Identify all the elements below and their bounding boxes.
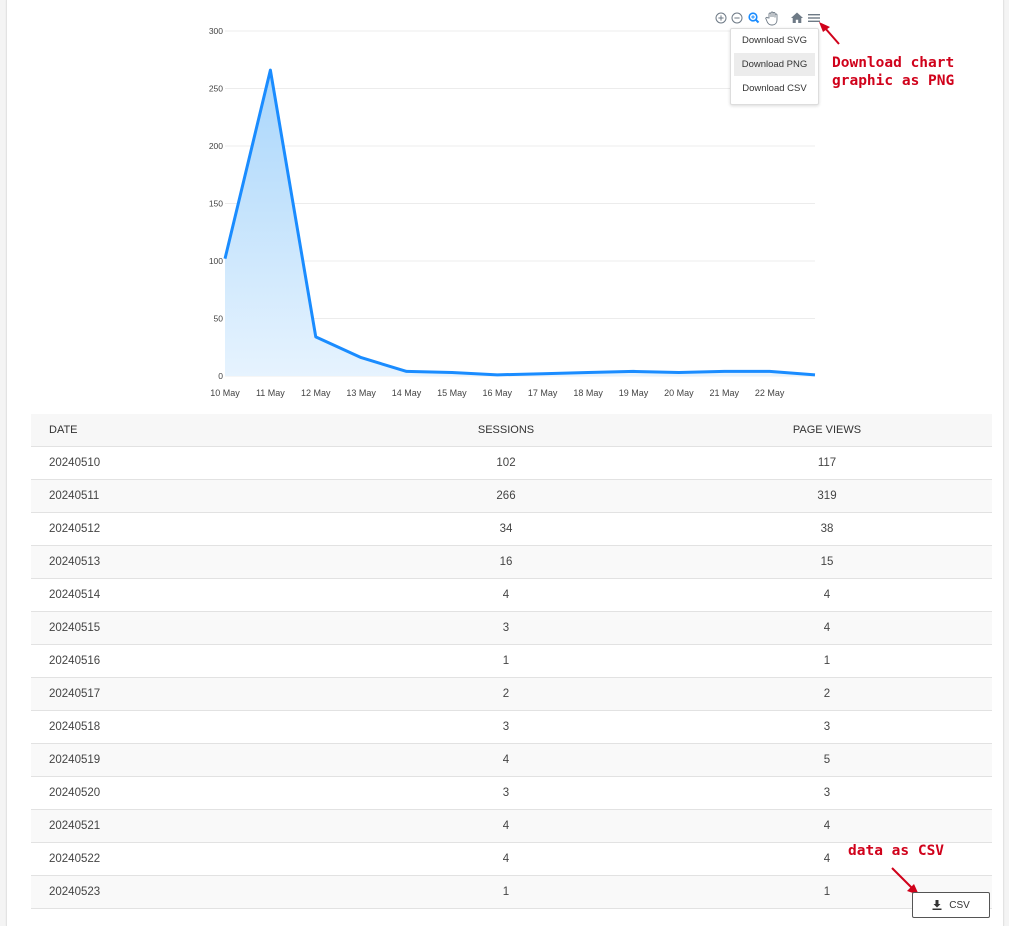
y-tick-label: 250: [209, 84, 223, 94]
table-row: 20240519 4 5: [31, 743, 992, 777]
table-row: 20240516 1 1: [31, 644, 992, 678]
table-row: 20240517 2 2: [31, 677, 992, 711]
zoom-out-icon[interactable]: [731, 12, 743, 24]
cell-page-views: 15: [662, 545, 992, 579]
table-row: 20240511 266 319: [31, 479, 992, 513]
x-tick-label: 14 May: [392, 388, 422, 398]
cell-page-views: 5: [662, 743, 992, 777]
cell-date: 20240511: [31, 479, 350, 513]
cell-date: 20240520: [31, 776, 350, 810]
cell-sessions: 16: [350, 545, 662, 579]
cell-sessions: 2: [350, 677, 662, 711]
cell-date: 20240515: [31, 611, 350, 645]
chart-export-menu: Download SVG Download PNG Download CSV: [730, 28, 819, 105]
y-tick-label: 100: [209, 256, 223, 266]
cell-page-views: 3: [662, 710, 992, 744]
cell-sessions: 1: [350, 644, 662, 678]
zoom-selection-icon[interactable]: [748, 12, 760, 24]
download-svg-item[interactable]: Download SVG: [734, 29, 815, 52]
x-tick-label: 17 May: [528, 388, 558, 398]
cell-date: 20240521: [31, 809, 350, 843]
zoom-in-icon[interactable]: [715, 12, 727, 24]
x-tick-label: 16 May: [483, 388, 513, 398]
annotation-chart-png: Download chart graphic as PNG: [832, 55, 955, 89]
cell-date: 20240510: [31, 446, 350, 480]
x-tick-label: 13 May: [346, 388, 376, 398]
cell-page-views: 4: [662, 611, 992, 645]
table-row: 20240518 3 3: [31, 710, 992, 744]
report-panel: 0 50 100 150 200 250 300 10 May 11 May 12 May 13 …: [6, 0, 1004, 926]
pan-icon[interactable]: [765, 11, 778, 26]
table-row: 20240515 3 4: [31, 611, 992, 645]
cell-page-views: 4: [662, 809, 992, 843]
download-csv-button[interactable]: CSV: [912, 892, 990, 918]
cell-sessions: 3: [350, 710, 662, 744]
download-icon: [932, 900, 942, 910]
cell-sessions: 102: [350, 446, 662, 480]
cell-sessions: 3: [350, 611, 662, 645]
x-tick-label: 20 May: [664, 388, 694, 398]
home-reset-icon[interactable]: [791, 12, 803, 24]
x-tick-label: 12 May: [301, 388, 331, 398]
y-tick-label: 150: [209, 199, 223, 209]
y-tick-label: 300: [209, 26, 223, 36]
cell-date: 20240514: [31, 578, 350, 612]
cell-date: 20240519: [31, 743, 350, 777]
header-date[interactable]: DATE: [31, 414, 350, 447]
cell-page-views: 3: [662, 776, 992, 810]
annotation-arrow-chart: [819, 22, 840, 45]
x-tick-label: 11 May: [256, 388, 285, 398]
x-tick-label: 18 May: [573, 388, 603, 398]
cell-page-views: 2: [662, 677, 992, 711]
csv-button-label: CSV: [949, 899, 970, 911]
cell-sessions: 4: [350, 578, 662, 612]
x-tick-label: 10 May: [210, 388, 240, 398]
y-tick-label: 200: [209, 141, 223, 151]
cell-page-views: 117: [662, 446, 992, 480]
table-row: 20240510 102 117: [31, 446, 992, 480]
menu-icon[interactable]: [808, 14, 820, 22]
cell-sessions: 4: [350, 743, 662, 777]
cell-page-views: 4: [662, 842, 992, 876]
report-table: DATE SESSIONS PAGE VIEWS 20240510 102 117 2…: [31, 414, 992, 909]
x-tick-label: 15 May: [437, 388, 467, 398]
table-row: 20240520 3 3: [31, 776, 992, 810]
cell-page-views: 319: [662, 479, 992, 513]
cell-date: 20240516: [31, 644, 350, 678]
cell-page-views: 1: [662, 644, 992, 678]
download-csv-item[interactable]: Download CSV: [734, 77, 815, 100]
sessions-line: [223, 68, 816, 377]
cell-page-views: 38: [662, 512, 992, 546]
cell-sessions: 266: [350, 479, 662, 513]
table-row: 20240513 16 15: [31, 545, 992, 579]
cell-date: 20240523: [31, 875, 350, 909]
cell-page-views: 4: [662, 578, 992, 612]
cell-sessions: 34: [350, 512, 662, 546]
cell-date: 20240517: [31, 677, 350, 711]
x-tick-label: 21 May: [709, 388, 739, 398]
cell-date: 20240522: [31, 842, 350, 876]
cell-sessions: 4: [350, 809, 662, 843]
table-row: 20240512 34 38: [31, 512, 992, 546]
table-row: 20240522 4 4: [31, 842, 992, 876]
table-row: 20240523 1 1: [31, 875, 992, 909]
y-tick-label: 0: [218, 371, 223, 381]
cell-date: 20240518: [31, 710, 350, 744]
cell-sessions: 1: [350, 875, 662, 909]
cell-sessions: 3: [350, 776, 662, 810]
cell-date: 20240512: [31, 512, 350, 546]
cell-date: 20240513: [31, 545, 350, 579]
header-sessions[interactable]: SESSIONS: [350, 414, 662, 447]
x-tick-label: 19 May: [619, 388, 649, 398]
x-tick-label: 22 May: [755, 388, 785, 398]
table-row: 20240514 4 4: [31, 578, 992, 612]
download-png-item[interactable]: Download PNG: [734, 53, 815, 76]
header-page-views[interactable]: PAGE VIEWS: [662, 414, 992, 447]
table-row: 20240521 4 4: [31, 809, 992, 843]
y-tick-label: 50: [214, 314, 224, 324]
cell-sessions: 4: [350, 842, 662, 876]
table-header-row: DATE SESSIONS PAGE VIEWS: [31, 414, 992, 447]
